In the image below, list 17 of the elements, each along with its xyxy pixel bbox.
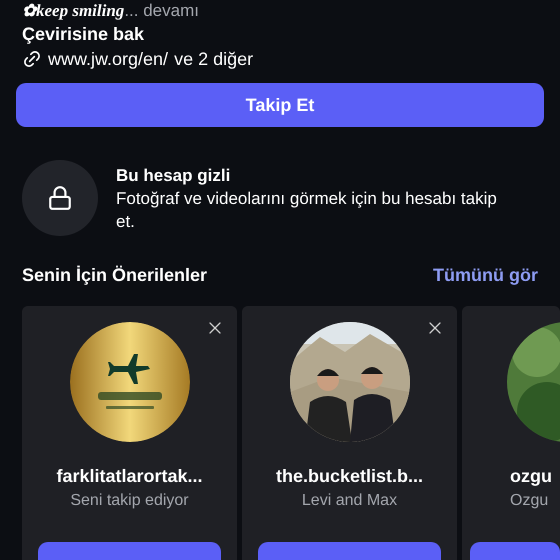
username[interactable]: farklitatlarortak...: [56, 465, 203, 487]
website-link[interactable]: www.jw.org/en/: [48, 46, 168, 72]
translate-link[interactable]: Çevirisine bak: [22, 22, 144, 46]
username[interactable]: ozgu: [510, 465, 552, 487]
more-link[interactable]: ... devamı: [124, 0, 199, 22]
section-title: Senin İçin Önerilenler: [22, 264, 208, 287]
see-all-link[interactable]: Tümünü gör: [433, 262, 538, 289]
private-text: Fotoğraf ve videolarını görmek için bu hesabı takip et.: [116, 188, 498, 233]
suggestion-reason: Levi and Max: [302, 491, 398, 511]
follow-button[interactable]: Takip Et: [16, 83, 544, 127]
suggestion-reason: Seni takip ediyor: [70, 491, 189, 511]
username[interactable]: the.bucketlist.b...: [276, 465, 424, 487]
suggestion-reason: Ozgu: [510, 491, 548, 511]
bio-text: ✿keep smiling: [22, 0, 124, 22]
more-links[interactable]: ve 2 diğer: [174, 46, 254, 72]
private-title: Bu hesap gizli: [116, 165, 232, 187]
lock-icon: [47, 183, 73, 213]
